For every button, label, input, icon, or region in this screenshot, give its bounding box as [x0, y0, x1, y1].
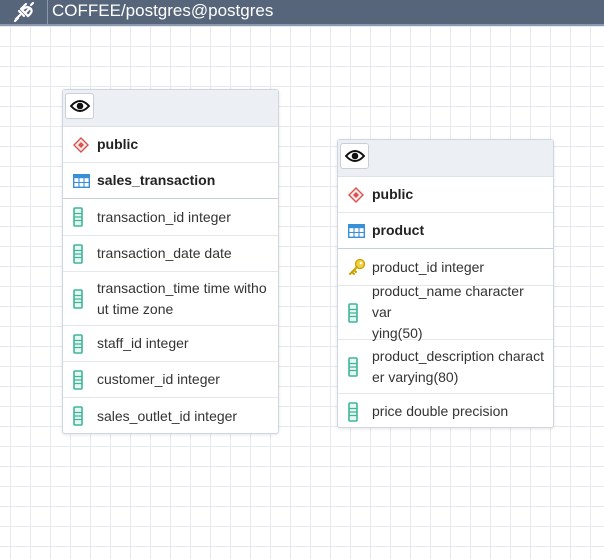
schema-icon: [348, 186, 372, 203]
column-row[interactable]: transaction_time time witho ut time zone: [63, 272, 278, 326]
column-row[interactable]: product_name character var ying(50): [338, 283, 553, 341]
column-row[interactable]: product_description charact er varying(8…: [338, 340, 553, 394]
column-row[interactable]: staff_id integer: [63, 326, 278, 362]
table-name: sales_transaction: [97, 172, 216, 188]
connection-title: COFFEE/postgres@postgres: [52, 1, 274, 20]
column-row[interactable]: transaction_date date: [63, 236, 278, 272]
schema-icon: [73, 136, 97, 153]
column-label: transaction_time time witho ut time zone: [97, 279, 267, 317]
table-node-header: [63, 90, 278, 127]
schema-row: public: [338, 177, 553, 213]
erd-table-sales-transaction[interactable]: public sales_transaction transaction_id …: [62, 89, 279, 434]
schema-name: public: [372, 186, 414, 202]
column-icon: [73, 406, 97, 426]
table-name-row: sales_transaction: [63, 163, 278, 199]
column-icon: [348, 356, 372, 377]
column-row[interactable]: transaction_id integer: [63, 199, 278, 236]
connection-plug-icon[interactable]: [8, 0, 40, 24]
column-icon: [348, 401, 372, 422]
column-label: customer_id integer: [97, 371, 220, 387]
column-label: sales_outlet_id integer: [97, 407, 238, 424]
table-name: product: [372, 222, 425, 238]
eye-icon[interactable]: [340, 143, 369, 169]
schema-row: public: [63, 127, 278, 163]
title-bar: COFFEE/postgres@postgres: [0, 0, 604, 26]
column-label: staff_id integer: [97, 335, 189, 351]
column-icon: [73, 369, 97, 390]
column-label: price double precision: [372, 403, 509, 419]
column-icon: [73, 288, 97, 309]
table-name-row: product: [338, 213, 553, 249]
primary-key-icon: [348, 258, 372, 276]
erd-table-product[interactable]: public product product_id integer produc…: [337, 139, 554, 428]
column-label: product_id integer: [372, 258, 485, 275]
column-label: transaction_date date: [97, 245, 232, 261]
column-icon: [73, 207, 97, 227]
table-node-header: [338, 140, 553, 177]
column-row[interactable]: sales_outlet_id integer: [63, 398, 278, 434]
schema-name: public: [97, 136, 139, 152]
table-icon: [348, 223, 372, 238]
column-icon: [73, 333, 97, 354]
column-row[interactable]: price double precision: [338, 394, 553, 429]
column-label: product_description charact er varying(8…: [372, 347, 544, 385]
column-label: transaction_id integer: [97, 208, 231, 225]
table-icon: [73, 173, 97, 188]
eye-icon[interactable]: [65, 93, 94, 119]
title-separator: [47, 0, 48, 24]
column-icon: [73, 243, 97, 264]
column-label: product_name character var ying(50): [372, 283, 524, 341]
column-icon: [348, 302, 372, 323]
column-row[interactable]: customer_id integer: [63, 362, 278, 398]
